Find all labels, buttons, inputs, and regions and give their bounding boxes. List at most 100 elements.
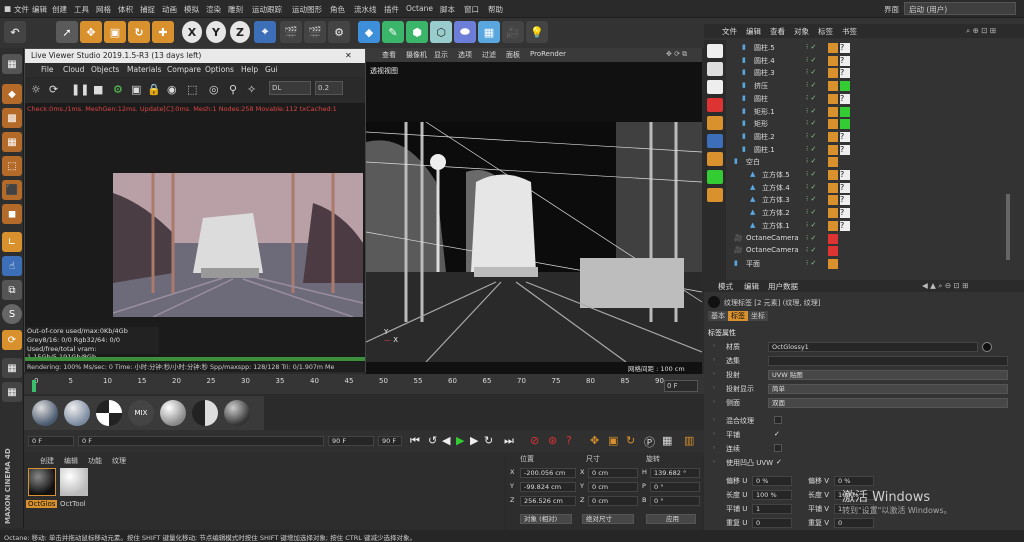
subtab-basic[interactable]: 基本 (708, 311, 728, 321)
next-frame-icon[interactable]: ▶ (470, 434, 478, 447)
tag-icon[interactable] (828, 258, 838, 269)
visibility-toggle-icon[interactable]: ⁝ ✓ (806, 81, 824, 91)
timeline-playhead[interactable] (32, 380, 36, 392)
move-tool-icon[interactable]: ✥ (80, 21, 102, 43)
light-icon[interactable]: 💡 (526, 21, 548, 43)
om-menu-view[interactable]: 查看 (770, 26, 785, 37)
material-thumb-octglossy[interactable] (28, 468, 56, 496)
side-select[interactable]: 双面 (768, 398, 1008, 408)
material-ball-1[interactable] (32, 400, 58, 426)
lv-menu-options[interactable]: Options (205, 65, 234, 74)
mat-menu-texture[interactable]: 纹理 (112, 456, 126, 466)
visibility-toggle-icon[interactable]: ⁝ ✓ (806, 259, 824, 269)
polygons-mode-icon[interactable]: ◼ (2, 204, 22, 224)
object-name[interactable]: 立方体.3 (762, 195, 790, 205)
vp-menu-panel[interactable]: 面板 (506, 50, 520, 60)
material-tag-icon[interactable]: ? (840, 131, 850, 142)
menu-mesh[interactable]: 网格 (96, 4, 111, 15)
refresh-icon[interactable]: ⟳ (49, 83, 58, 96)
grid-icon[interactable]: ▦ (2, 358, 22, 378)
object-row[interactable]: 🎥 OctaneCamera ⁝ ✓ (728, 233, 1024, 246)
cube-primitive-icon[interactable]: ◆ (358, 21, 380, 43)
subtab-tag[interactable]: 标签 (728, 311, 748, 321)
visibility-toggle-icon[interactable]: ⁝ ✓ (806, 43, 824, 53)
object-name[interactable]: OctaneCamera (746, 246, 799, 254)
settings-icon[interactable]: ☼ (31, 83, 41, 96)
size-x-field[interactable]: 0 cm (588, 468, 638, 478)
key-param-icon[interactable]: Ⓟ (644, 434, 655, 450)
tile-checkbox[interactable]: ✓ (774, 430, 780, 438)
vp-menu-options[interactable]: 选项 (458, 50, 472, 60)
frame-slider[interactable]: 0 F (78, 436, 324, 446)
visibility-toggle-icon[interactable]: ⁝ ✓ (806, 221, 824, 231)
sphere-icon[interactable]: ◉ (167, 83, 177, 96)
apply-button[interactable]: 应用 (646, 514, 696, 524)
position-z-field[interactable]: 256.526 cm (520, 496, 576, 506)
tag-icon[interactable] (828, 106, 838, 117)
end-frame-field[interactable]: 90 F (328, 436, 374, 446)
material-ball-7[interactable] (224, 400, 250, 426)
menu-edit[interactable]: 编辑 (32, 4, 47, 15)
object-row[interactable]: ▮ 圆柱.1 ⁝ ✓? (728, 144, 1024, 157)
material-tag-icon[interactable]: ? (840, 43, 850, 53)
mix-checkbox[interactable] (774, 416, 782, 424)
make-editable-icon[interactable]: ▦ (2, 54, 22, 74)
end-frame-field-2[interactable]: 90 F (378, 436, 402, 446)
start-frame-field[interactable]: 0 F (28, 436, 74, 446)
floor-icon[interactable]: ▦ (478, 21, 500, 43)
menu-plugins[interactable]: 插件 (384, 4, 399, 15)
model-mode-icon[interactable]: ◆ (2, 84, 22, 104)
planar-grid-icon[interactable]: ▦ (2, 382, 22, 402)
menu-snap[interactable]: 捕捉 (140, 4, 155, 15)
om-search-icon[interactable]: ⌕ ⊕ ⊡ ⊞ (966, 26, 996, 36)
tag-icon[interactable] (828, 68, 838, 79)
am-menu-edit[interactable]: 编辑 (744, 281, 759, 292)
menu-window[interactable]: 窗口 (464, 4, 479, 15)
position-y-field[interactable]: -99.824 cm (520, 482, 576, 492)
material-tag-icon[interactable] (840, 81, 850, 92)
go-to-end-icon[interactable]: ⏭ (504, 434, 514, 448)
object-name[interactable]: 圆柱.5 (754, 43, 775, 53)
material-ball-6[interactable] (192, 400, 218, 426)
layout-select[interactable]: 启动 (用户) (904, 2, 1016, 15)
object-name[interactable]: 矩形 (754, 119, 768, 129)
object-row[interactable]: ▮ 矩形 ⁝ ✓ (728, 118, 1024, 131)
rotation-b-field[interactable]: 0 ° (650, 496, 700, 506)
kernel-select[interactable]: DL (269, 81, 311, 95)
projection-select[interactable]: UVW 贴图 (768, 370, 1008, 380)
visibility-toggle-icon[interactable]: ⁝ ✓ (806, 145, 824, 155)
pause-icon[interactable]: ❚❚ (71, 83, 89, 96)
viewport-nav-icon[interactable]: ✥ ⟳ ⧉ (666, 50, 687, 59)
undo-icon[interactable]: ↶ (4, 21, 26, 43)
vp-menu-display[interactable]: 显示 (434, 50, 448, 60)
menu-sculpt[interactable]: 雕刻 (228, 4, 243, 15)
tag-icon[interactable] (828, 195, 838, 206)
x-axis-icon[interactable]: X (182, 21, 202, 43)
subdivision-icon[interactable]: ⬢ (406, 21, 428, 43)
region-icon[interactable]: ▣ (131, 83, 141, 96)
render-picture-viewer-icon[interactable]: 🎬 (304, 21, 326, 43)
object-row[interactable]: ▮ 挤压 ⁝ ✓ (728, 80, 1024, 93)
object-row[interactable]: ▮ 空白 ⁝ ✓ (728, 156, 1024, 169)
lv-menu-objects[interactable]: Objects (91, 65, 119, 74)
timeline-ruler[interactable]: 0 5 10 15 20 25 30 35 40 45 50 55 60 65 70 75 80 85 90 0 F (24, 374, 704, 394)
material-preview-icon[interactable] (982, 342, 992, 352)
object-row[interactable]: 🎥 OctaneCamera ⁝ ✓ (728, 245, 1024, 258)
object-name[interactable]: 空白 (746, 157, 760, 167)
tiles-u-field[interactable]: 1 (752, 504, 792, 514)
timeline-end-field[interactable]: 0 F (664, 380, 698, 392)
menu-render[interactable]: 渲染 (206, 4, 221, 15)
tag-icon[interactable] (828, 119, 838, 130)
vp-menu-filter[interactable]: 过滤 (482, 50, 496, 60)
vp-menu-prorender[interactable]: ProRender (530, 50, 566, 58)
menu-file[interactable]: 文件 (14, 4, 29, 15)
tag-icon[interactable] (828, 182, 838, 193)
object-name[interactable]: 圆柱.3 (754, 68, 775, 78)
pen-spline-icon[interactable]: ✎ (382, 21, 404, 43)
am-menu-userdata[interactable]: 用户数据 (768, 281, 798, 292)
visibility-toggle-icon[interactable]: ⁝ ✓ (806, 56, 824, 66)
mat-menu-edit[interactable]: 编辑 (64, 456, 78, 466)
object-row[interactable]: ▲ 立方体.4 ⁝ ✓? (728, 182, 1024, 195)
seamless-checkbox[interactable] (774, 444, 782, 452)
object-row[interactable]: ▲ 立方体.2 ⁝ ✓? (728, 207, 1024, 220)
